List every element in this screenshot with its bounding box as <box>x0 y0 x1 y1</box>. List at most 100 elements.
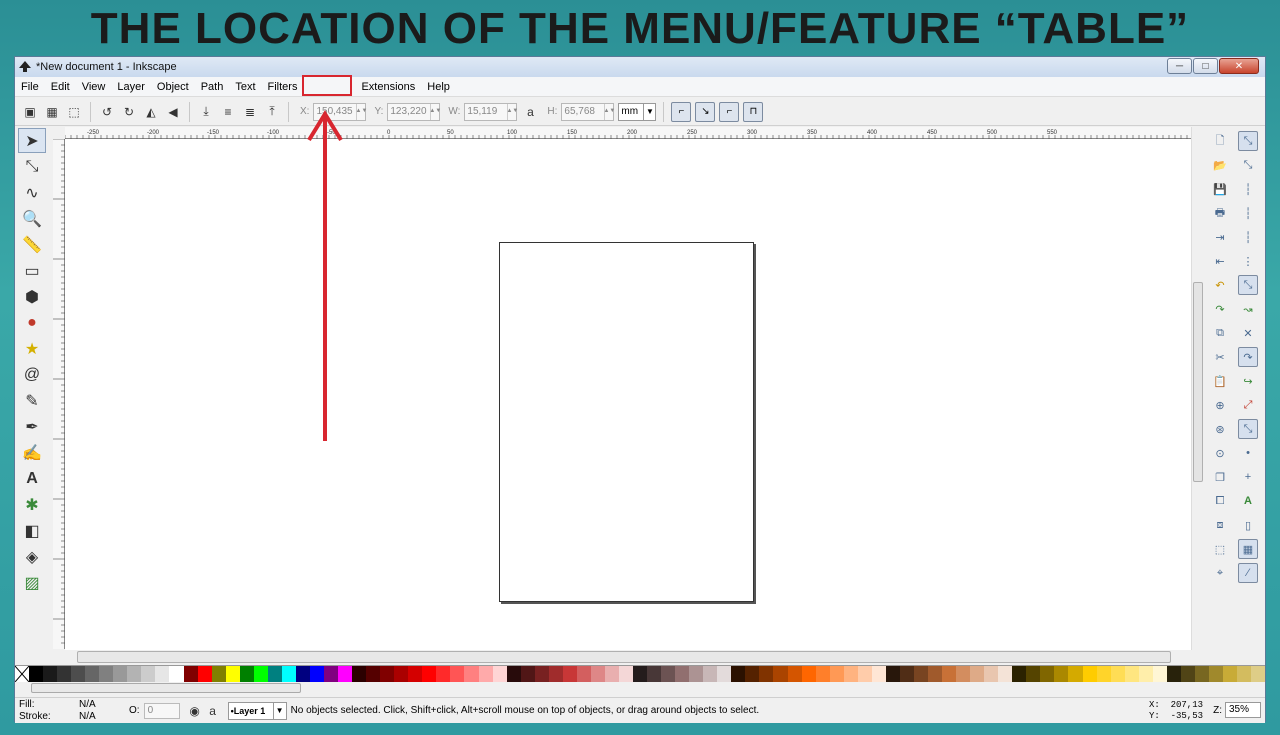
rotate-ccw-icon[interactable]: ↺ <box>98 103 116 121</box>
eraser-tool-icon[interactable]: ◧ <box>18 518 46 543</box>
group-icon[interactable]: ⬚ <box>1210 539 1230 559</box>
snap-bbox-center-icon[interactable]: ⋮ <box>1238 251 1258 271</box>
align-distribute-icon[interactable]: ⌖ <box>1210 563 1230 583</box>
color-swatch[interactable] <box>1096 666 1111 682</box>
color-swatch[interactable] <box>43 666 58 682</box>
color-swatch[interactable] <box>1124 666 1139 682</box>
color-swatch[interactable] <box>1194 666 1209 682</box>
color-swatch[interactable] <box>492 666 507 682</box>
color-swatch[interactable] <box>141 666 156 682</box>
color-swatch[interactable] <box>281 666 296 682</box>
color-swatch[interactable] <box>338 666 353 682</box>
color-swatch[interactable] <box>1208 666 1223 682</box>
raise-to-top-icon[interactable]: ⤒ <box>263 103 281 121</box>
flip-vertical-icon[interactable]: ◀ <box>164 103 182 121</box>
flip-horizontal-icon[interactable]: ◭ <box>142 103 160 121</box>
color-swatch[interactable] <box>576 666 591 682</box>
color-swatch[interactable] <box>323 666 339 682</box>
color-swatch[interactable] <box>970 666 985 682</box>
text-tool-icon[interactable]: A <box>18 466 46 491</box>
color-swatch[interactable] <box>1068 666 1083 682</box>
menu-text[interactable]: Text <box>229 77 261 97</box>
rotate-cw-icon[interactable]: ↻ <box>120 103 138 121</box>
color-swatch[interactable] <box>731 666 746 682</box>
color-swatch[interactable] <box>155 666 170 682</box>
color-swatch[interactable] <box>267 666 282 682</box>
color-swatch[interactable] <box>478 666 493 682</box>
color-swatch[interactable] <box>520 666 535 682</box>
color-swatch[interactable] <box>942 666 957 682</box>
document-page[interactable] <box>499 242 754 602</box>
h-input[interactable] <box>562 103 605 120</box>
open-icon[interactable]: 📂 <box>1210 155 1230 175</box>
snap-bbox-midpoint-icon[interactable]: ┆ <box>1238 227 1258 247</box>
color-swatch[interactable] <box>675 666 690 682</box>
snap-midpoint-icon[interactable]: ⤢ <box>1238 395 1258 415</box>
w-field[interactable]: ▲▼ <box>464 102 518 121</box>
horizontal-scrollbar[interactable] <box>77 651 1171 663</box>
box3d-tool-icon[interactable]: ⬢ <box>18 284 46 309</box>
color-swatch[interactable] <box>1040 666 1055 682</box>
color-swatch[interactable] <box>534 666 549 682</box>
h-field[interactable]: ▲▼ <box>561 102 615 121</box>
menu-edit[interactable]: Edit <box>45 77 76 97</box>
no-paint-swatch[interactable] <box>14 665 30 683</box>
color-swatch[interactable] <box>998 666 1013 682</box>
menu-filters[interactable]: Filters <box>262 77 304 97</box>
undo-icon[interactable]: ↶ <box>1210 275 1230 295</box>
snap-bbox-edge-icon[interactable]: ┆ <box>1238 179 1258 199</box>
snap-intersection-icon[interactable]: ✕ <box>1238 323 1258 343</box>
color-swatch[interactable] <box>829 666 844 682</box>
opacity-input[interactable]: 0 <box>143 702 180 719</box>
color-swatch[interactable] <box>590 666 605 682</box>
color-swatch[interactable] <box>913 666 928 682</box>
snap-enable-icon[interactable]: ⤡ <box>1238 131 1258 151</box>
color-swatch[interactable] <box>815 666 830 682</box>
color-swatch[interactable] <box>1152 666 1167 682</box>
snap-guide-icon[interactable]: ⁄ <box>1238 563 1258 583</box>
select-all-in-all-layers-icon[interactable]: ▦ <box>43 103 61 121</box>
color-swatch[interactable] <box>366 666 381 682</box>
deselect-icon[interactable]: ⬚ <box>65 103 83 121</box>
color-swatch[interactable] <box>745 666 760 682</box>
color-swatch[interactable] <box>633 666 648 682</box>
selector-tool-icon[interactable]: ➤ <box>18 128 46 153</box>
tweak-tool-icon[interactable]: ∿ <box>18 180 46 205</box>
color-swatch[interactable] <box>29 666 44 682</box>
duplicate-icon[interactable]: ❐ <box>1210 467 1230 487</box>
scale-stroke-toggle[interactable]: ⌐ <box>671 101 692 122</box>
new-document-icon[interactable]: 🗋 <box>1210 131 1230 151</box>
color-swatch[interactable] <box>801 666 816 682</box>
snap-cusp-icon[interactable]: ↷ <box>1238 347 1258 367</box>
color-swatch[interactable] <box>717 666 732 682</box>
color-swatch[interactable] <box>309 666 324 682</box>
color-swatch[interactable] <box>689 666 704 682</box>
color-swatch[interactable] <box>984 666 999 682</box>
print-icon[interactable]: 🖶 <box>1210 203 1230 223</box>
w-input[interactable] <box>465 103 508 120</box>
snap-path-icon[interactable]: ↝ <box>1238 299 1258 319</box>
snap-bbox-icon[interactable]: ⤡ <box>1238 155 1258 175</box>
menu-help[interactable]: Help <box>421 77 456 97</box>
color-swatch[interactable] <box>450 666 465 682</box>
maximize-button[interactable]: □ <box>1193 58 1218 74</box>
color-swatch[interactable] <box>422 666 437 682</box>
menu-file[interactable]: File <box>15 77 45 97</box>
eye-icon[interactable]: ◉ <box>186 702 204 720</box>
cut-icon[interactable]: ✂ <box>1210 347 1230 367</box>
color-swatch[interactable] <box>197 666 212 682</box>
color-swatch[interactable] <box>604 666 619 682</box>
h-stepper[interactable]: ▲▼ <box>603 103 615 120</box>
import-icon[interactable]: ⇥ <box>1210 227 1230 247</box>
node-tool-icon[interactable]: ⤡ <box>18 154 46 179</box>
transform-gradients-toggle[interactable]: ⌐ <box>719 101 740 122</box>
color-swatch[interactable] <box>843 666 858 682</box>
lower-to-bottom-icon[interactable]: ⤓ <box>197 103 215 121</box>
drawing-canvas[interactable] <box>65 139 1191 650</box>
snap-smooth-icon[interactable]: ↪ <box>1238 371 1258 391</box>
color-swatch[interactable] <box>562 666 577 682</box>
menu-path[interactable]: Path <box>195 77 230 97</box>
redo-icon[interactable]: ↷ <box>1210 299 1230 319</box>
paste-icon[interactable]: 📋 <box>1210 371 1230 391</box>
color-swatch[interactable] <box>225 666 240 682</box>
